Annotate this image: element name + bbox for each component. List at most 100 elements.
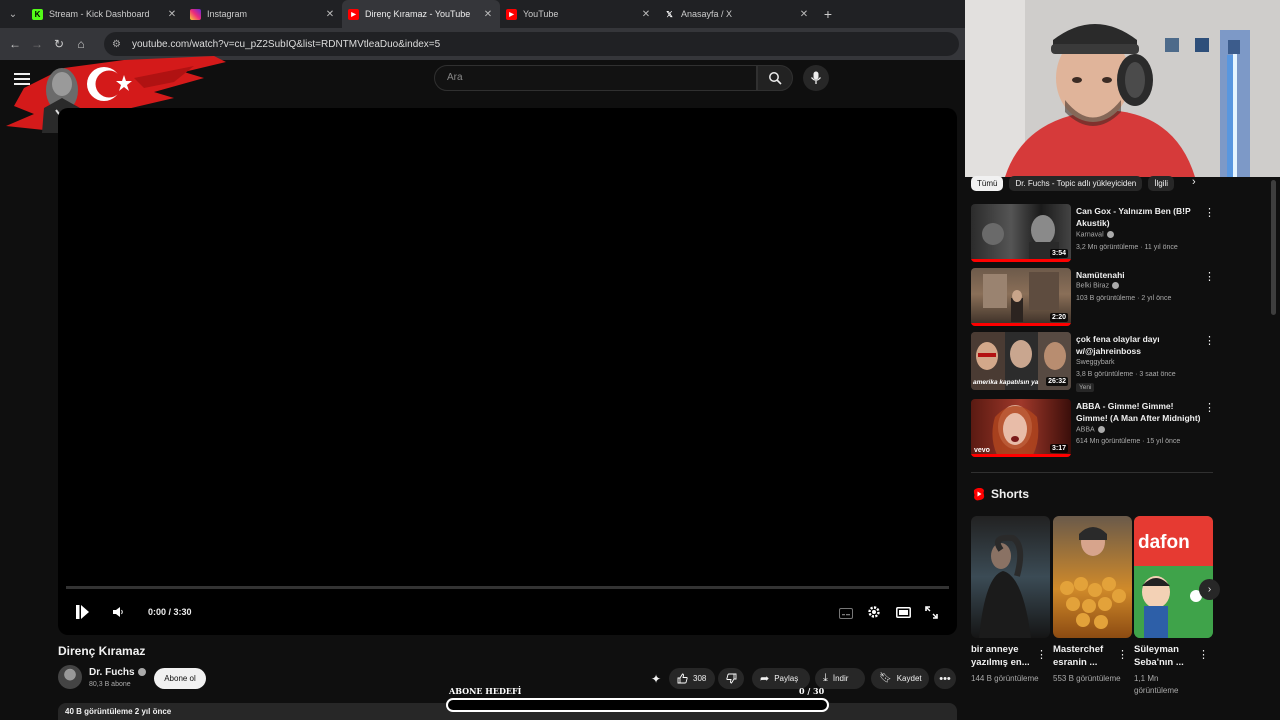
channel-name-text: ABBA	[1076, 426, 1095, 434]
screen: ⌄ K Stream - Kick Dashboard ✕ Instagram …	[0, 0, 1280, 720]
short-image	[1060, 527, 1126, 629]
list-item[interactable]: 3:54 Can Gox - Yalnızım Ben (B!P Akustik…	[971, 204, 1216, 262]
views-date: 40 B görüntüleme 2 yıl önce	[65, 707, 172, 716]
tab-youtube-video[interactable]: ▶ Direnç Kıramaz - YouTube ✕	[342, 0, 500, 28]
short-views: 1,1 Mn görüntüleme	[1134, 674, 1179, 695]
voice-search-button[interactable]	[803, 65, 829, 91]
sparkle-icon: ✦	[650, 671, 662, 686]
video-meta: 614 Mn görüntüleme · 15 yıl önce	[1076, 438, 1181, 445]
save-button[interactable]: 🔖︎ Kaydet	[871, 668, 929, 689]
subscribe-goal-label: ABONE HEDEFİ	[449, 686, 522, 696]
chip-all[interactable]: Tümü	[971, 175, 1004, 191]
search-button[interactable]	[757, 65, 793, 91]
download-icon: ⤓	[823, 672, 828, 684]
streamer-webcam-image	[965, 0, 1280, 177]
youtube-icon: ▶	[506, 8, 517, 20]
fullscreen-button[interactable]	[923, 604, 939, 620]
time-display: 0:00 / 3:30	[148, 607, 192, 617]
subscribe-goal-count: 0 / 30	[799, 686, 825, 696]
short-thumbnail[interactable]	[971, 516, 1050, 638]
video-player[interactable]: 0:00 / 3:30	[58, 108, 957, 635]
chevron-right-icon[interactable]: ›	[1199, 579, 1220, 600]
close-icon[interactable]: ✕	[166, 9, 178, 20]
shorts-heading-label: Shorts	[991, 487, 1030, 501]
short-thumbnail[interactable]: dafon	[1134, 516, 1213, 638]
search-icon	[769, 72, 782, 85]
close-icon[interactable]: ✕	[640, 9, 652, 20]
close-icon[interactable]: ✕	[798, 9, 810, 20]
save-label: Kaydet	[896, 674, 922, 683]
video-thumbnail[interactable]: amerika kapatılsın ya 26:32	[971, 332, 1071, 390]
channel-name-text: Karnaval	[1076, 231, 1104, 239]
filter-chips: Tümü Dr. Fuchs - Topic adlı yükleyiciden…	[971, 174, 1211, 192]
close-icon[interactable]: ✕	[324, 9, 336, 20]
volume-icon	[113, 607, 123, 617]
download-label: İndir	[832, 674, 849, 683]
more-vert-icon[interactable]: ⋮	[1204, 334, 1215, 347]
more-vert-icon[interactable]: ⋮	[1204, 401, 1215, 414]
verified-icon	[137, 668, 146, 677]
new-tab-button[interactable]: +	[816, 6, 840, 22]
divider	[971, 472, 1213, 473]
more-vert-icon[interactable]: ⋮	[1204, 206, 1215, 219]
watched-progress	[971, 259, 1071, 262]
volume-button[interactable]	[110, 604, 126, 620]
channel-name[interactable]: Dr. Fuchs	[89, 667, 146, 678]
video-title: Direnç Kıramaz	[58, 644, 146, 658]
list-item[interactable]: vevo 3:17 ABBA - Gimme! Gimme! Gimme! (A…	[971, 399, 1216, 457]
theater-mode-button[interactable]	[895, 605, 911, 619]
video-title: Namütenahi	[1076, 270, 1125, 280]
channel-avatar[interactable]	[58, 665, 82, 689]
duration-badge: 3:54	[1049, 249, 1068, 258]
short-overlay-text: dafon	[1138, 532, 1190, 553]
watched-progress	[971, 323, 1071, 326]
more-vert-icon[interactable]: ⋮	[1036, 648, 1047, 661]
url-field[interactable]: ⚙ youtube.com/watch?v=cu_pZ2SubIQ&list=R…	[104, 32, 959, 56]
list-item[interactable]: 2:20 Namütenahi Belki Biraz 103 B görünt…	[971, 268, 1216, 326]
sparkle-button[interactable]: ✦	[645, 668, 667, 689]
thumbnail-caption: amerika kapatılsın ya	[973, 379, 1039, 386]
video-meta: 3,8 B görüntüleme · 3 saat önce	[1076, 371, 1176, 378]
tab-youtube[interactable]: ▶ YouTube ✕	[500, 0, 658, 28]
tab-kick[interactable]: K Stream - Kick Dashboard ✕	[26, 0, 184, 28]
watched-progress	[971, 454, 1071, 457]
short-views: 144 B görüntüleme	[971, 674, 1039, 683]
like-button[interactable]: 308	[669, 668, 715, 689]
more-actions-button[interactable]: •••	[934, 668, 956, 689]
dislike-button[interactable]	[718, 668, 744, 689]
sidebar-scrollbar[interactable]	[1271, 180, 1276, 315]
tab-instagram[interactable]: Instagram ✕	[184, 0, 342, 28]
chip-from-uploader[interactable]: Dr. Fuchs - Topic adlı yükleyiciden	[1009, 175, 1143, 191]
close-icon[interactable]: ✕	[482, 9, 494, 20]
settings-button[interactable]	[866, 604, 882, 620]
video-thumbnail[interactable]: vevo 3:17	[971, 399, 1071, 457]
thumbs-down-icon	[725, 673, 736, 684]
short-image	[979, 534, 1031, 638]
chip-related[interactable]: İlgili	[1148, 175, 1175, 191]
subscribe-button[interactable]: Abone ol	[154, 668, 206, 689]
subscribe-goal-bar	[446, 698, 829, 712]
theater-icon	[895, 606, 911, 618]
more-vert-icon[interactable]: ⋮	[1198, 648, 1209, 661]
duration-badge: 2:20	[1049, 313, 1068, 322]
more-vert-icon[interactable]: ⋮	[1204, 270, 1215, 283]
tab-search-button[interactable]: ⌄	[0, 0, 26, 28]
more-vert-icon[interactable]: ⋮	[1117, 648, 1128, 661]
video-meta: 3,2 Mn görüntüleme · 11 yıl önce	[1076, 244, 1178, 251]
youtube-icon: ▶	[348, 8, 359, 20]
like-count: 308	[693, 674, 707, 683]
channel-name: Belki Biraz	[1076, 282, 1120, 289]
list-item[interactable]: amerika kapatılsın ya 26:32 çok fena ola…	[971, 332, 1216, 392]
search-input[interactable]: Ara	[434, 65, 757, 91]
progress-bar[interactable]	[66, 586, 949, 589]
subtitles-button[interactable]	[838, 606, 854, 620]
video-thumbnail[interactable]: 3:54	[971, 204, 1071, 262]
short-thumbnail[interactable]	[1053, 516, 1132, 638]
tab-x[interactable]: 𝕏 Anasayfa / X ✕	[658, 0, 816, 28]
duration-badge: 26:32	[1046, 377, 1068, 386]
short-title: Süleyman Seba'nın ...	[1134, 644, 1184, 668]
mic-icon	[810, 71, 822, 84]
video-thumbnail[interactable]: 2:20	[971, 268, 1071, 326]
chevron-right-icon[interactable]: ›	[1192, 176, 1196, 188]
pause-button[interactable]	[72, 604, 92, 620]
